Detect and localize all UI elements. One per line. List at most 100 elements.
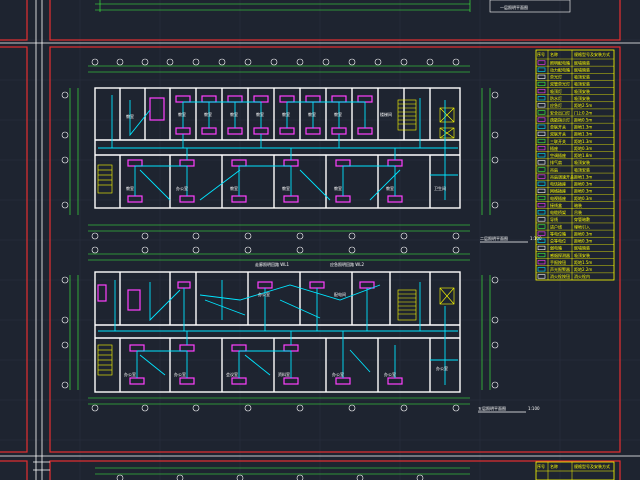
legend-symbol-icon [537,74,546,79]
legend-row-spec: 吸顶安装 [574,81,590,87]
legend-symbol-icon [537,195,546,201]
legend-row-spec: 距地0.3m [574,181,592,187]
legend-symbol-icon [537,153,546,158]
legend-symbol-icon [537,245,546,251]
legend-symbol-icon [537,81,546,87]
legend-row-name: 等电位箱 [550,230,566,236]
legend-row-spec: 距地0.3m [574,145,592,151]
room-label: 教室 [308,111,316,117]
legend-symbol-icon [537,210,546,215]
legend-row-name: 总等电位 [550,238,566,244]
legend-row-spec: 距地1.3m [574,131,592,137]
legend-row-name: 消火栓按钮 [550,273,570,279]
room-label: 教室 [204,111,212,117]
legend-row-name: 照明配电箱 [550,59,570,65]
legend-symbol-icon [537,181,546,186]
legend-row-spec: 吸顶安装 [574,166,590,172]
legend-symbol-icon [537,174,546,179]
legend-symbol-icon [537,96,546,101]
room-label: 办公室 [174,371,186,377]
legend2-header-name: 名称 [550,463,558,469]
room-label: 教室 [282,111,290,117]
legend-table: 照明配电箱 嵌墙暗装动力配电箱 嵌墙暗装荧光灯 吸顶安装双管荧光灯 吸顶安装吸顶灯 吸顶安… [535,49,615,281]
legend-symbol-icon [537,117,546,122]
legend-row-spec: 距地0.3m [574,238,592,244]
legend-symbol-icon [537,231,546,236]
upper-grid-bubbles [61,58,499,240]
room-label: 教室 [256,111,264,117]
legend-row-name: 吸顶灯 [550,88,562,94]
legend-symbol-icon [537,124,546,129]
legend-row-name: 电视插座 [550,195,566,201]
legend-symbol-icon [537,88,546,94]
legend-symbol-icon [537,203,546,208]
legend-row-spec: 距地1.8m [574,152,592,158]
legend-header-name: 名称 [550,51,558,57]
legend-row-spec: 埋地引入 [574,223,590,229]
room-label: 办公室 [384,371,396,377]
room-label: 教室 [282,185,290,191]
legend-row-spec: 距地1.3m [574,173,592,179]
room-label: 办公室 [332,371,344,377]
legend-row-spec: 穿管暗敷 [574,216,590,222]
legend-row-name: 三联开关 [550,138,566,144]
room-label: 教室 [230,111,238,117]
lower-circuit-wiring [98,280,458,385]
legend-row-name: 空调插座 [550,152,566,158]
bottom-legend-strip: 序号 名称 规格型号及安装方式 [95,461,615,480]
legend-symbol-icon [537,260,546,265]
legend-row-spec: 距地0.3m [574,188,592,194]
legend-rows: 照明配电箱 嵌墙暗装动力配电箱 嵌墙暗装荧光灯 吸顶安装双管荧光灯 吸顶安装吸顶灯 吸顶安… [536,58,614,279]
legend-row-name: 双联开关 [550,131,566,137]
legend-row-name: 接线盒 [550,202,562,208]
legend-row-name: 防水灯 [550,95,562,101]
legend-row-name: 声光报警器 [550,266,570,272]
legend-row-name: 手报按钮 [550,259,566,265]
legend-row-name: 导线 [550,216,558,222]
legend-row-spec: 门上0.2m [574,109,592,115]
legend-row-name: 应急灯 [550,102,562,108]
upper-stairs [97,99,455,194]
lower-dimension-lines [69,253,491,405]
legend-symbol-icon [537,217,546,222]
legend-symbol-icon [537,167,546,172]
lower-plan-scale: 1:100 [528,406,540,411]
lower-room-labels: 办公室 办公室 会议室 资料室 办公室 办公室 办公室 配电间 办公室 [124,291,448,377]
legend-row-name: 吊扇调速开关 [550,173,574,179]
room-label: 教室 [230,185,238,191]
legend-symbol-icon [537,138,546,144]
upper-plan-title-block: 二层照明平面图 1:100 [480,235,542,243]
room-label: 资料室 [278,371,290,377]
room-label: 办公室 [258,291,270,297]
legend-row-spec: 吸顶安装 [574,88,590,94]
legend-row-spec: 距地0.5m [574,116,592,122]
room-label: 办公室 [124,371,136,377]
upper-dimension-lines [69,65,491,232]
room-label: 卫生间 [434,185,446,191]
legend-row-name: 单联开关 [550,124,566,130]
legend-symbol-icon [537,267,546,272]
legend-row-spec: 吸顶安装 [574,252,590,258]
legend-row-name: 插座 [550,145,558,151]
legend-row-name: 疏散指示灯 [550,116,570,122]
legend-row-name: 感烟探测器 [550,252,570,258]
legend-row-spec: 暗装 [574,202,582,208]
legend-row-name: 双管荧光灯 [550,81,570,87]
cad-drawing-canvas: 一层照明平面图 教室 教室 教室 教室 教室 教室 教室 楼梯间 教室 办公室 … [0,0,640,480]
room-label: 教室 [386,185,394,191]
legend-row-spec: 距地1.5m [574,259,592,265]
legend-row-spec: 吸顶安装 [574,74,590,80]
legend-symbol-icon [537,110,546,115]
legend2-header-no: 序号 [537,463,545,469]
legend-symbol-icon [537,224,546,229]
legend-symbol-icon [537,252,546,258]
legend-symbol-icon [537,188,546,193]
top-strip-title: 一层照明平面图 [500,4,528,10]
legend-symbol-icon [537,131,546,136]
legend-row-name: 荧光灯 [550,74,562,80]
room-label: 教室 [126,113,134,119]
room-label: 办公室 [176,185,188,191]
legend-row-name: 吊扇 [550,166,558,172]
legend-row-name: 动力配电箱 [550,66,570,72]
legend-row-spec: 吊装 [574,209,582,215]
